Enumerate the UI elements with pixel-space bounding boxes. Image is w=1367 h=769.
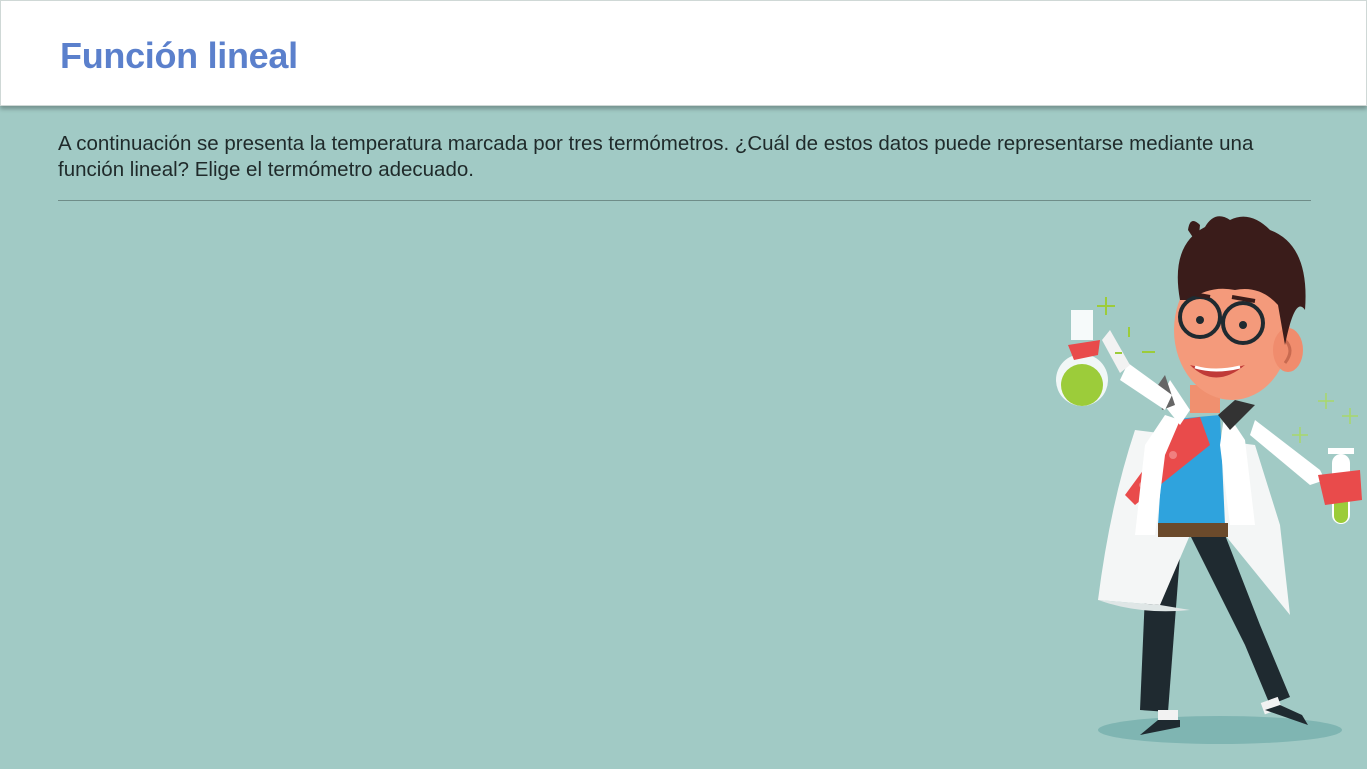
- page-header: Función lineal: [0, 0, 1367, 106]
- scientist-icon: [1056, 216, 1362, 744]
- page-title: Función lineal: [60, 35, 298, 76]
- divider: [58, 200, 1311, 201]
- instruction-text: A continuación se presenta la temperatur…: [58, 132, 1254, 181]
